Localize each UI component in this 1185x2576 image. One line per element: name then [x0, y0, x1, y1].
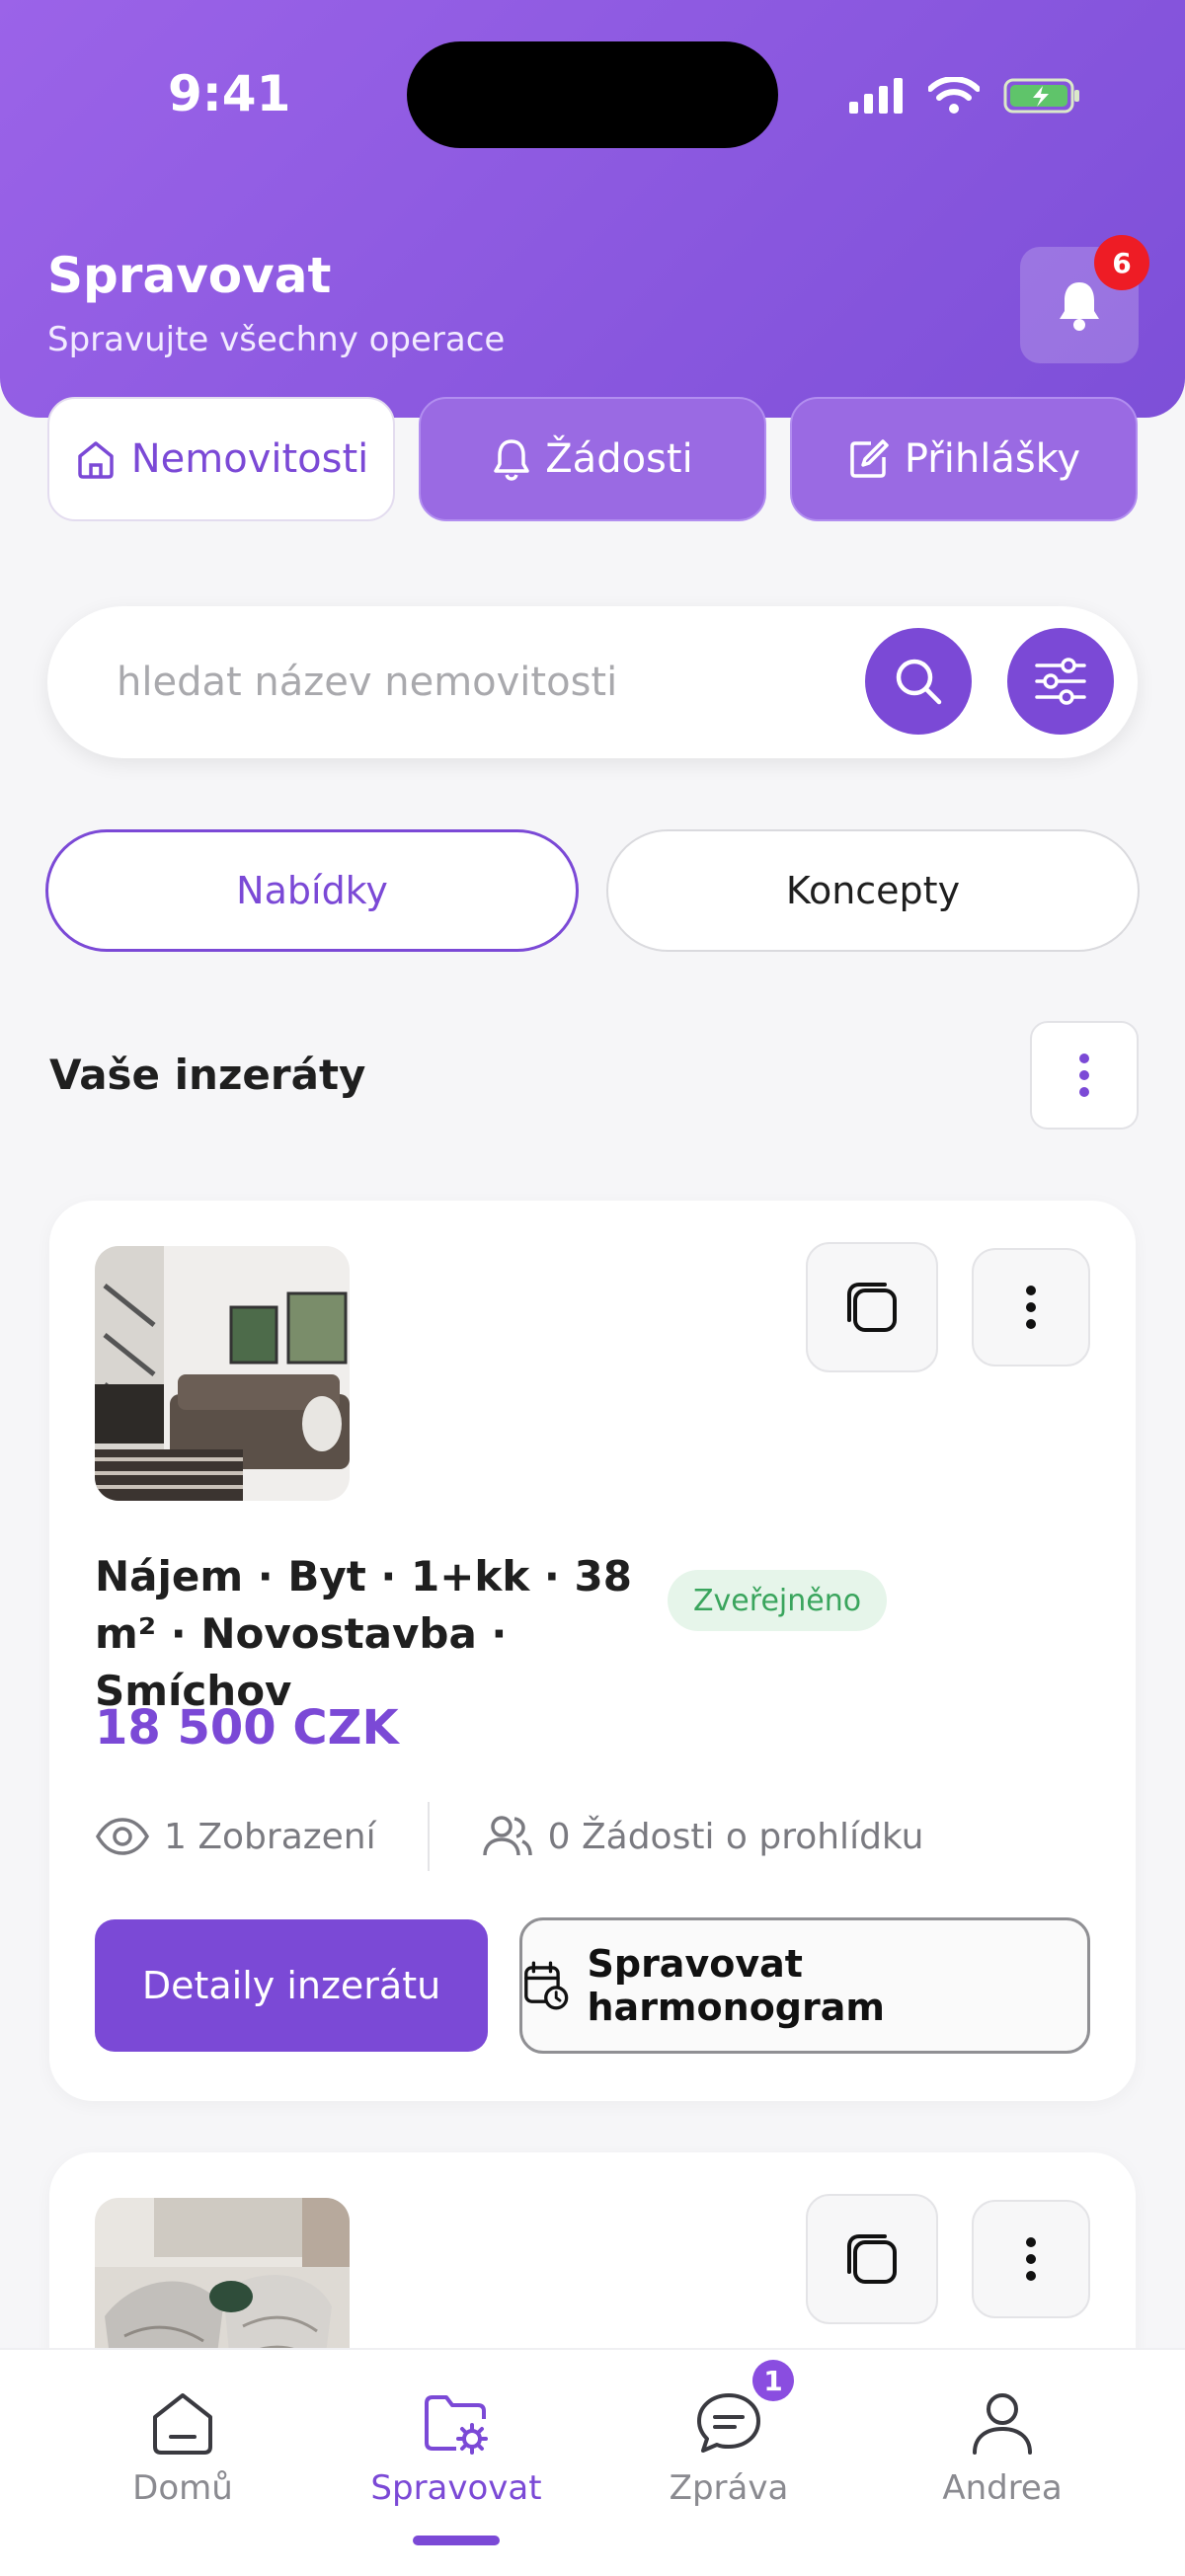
segment-nabidky[interactable]: Nabídky [45, 829, 579, 952]
search-button[interactable] [865, 628, 972, 735]
views-stat: 1 Zobrazení [95, 1817, 376, 1857]
user-icon [973, 2393, 1032, 2455]
listing-title: Nájem · Byt · 1+kk · 38 m² · Novostavba … [95, 1552, 632, 1715]
search-bar [47, 606, 1138, 758]
section-title: Vaše inzeráty [49, 1051, 366, 1099]
tab-label: Přihlášky [904, 436, 1081, 482]
listing-details-button[interactable]: Detaily inzerátu [95, 1919, 488, 2052]
eye-icon [95, 1818, 150, 1855]
nav-item-andrea[interactable]: Andrea [889, 2387, 1116, 2508]
search-icon [896, 659, 942, 705]
copy-icon [847, 1283, 897, 1332]
dynamic-island [407, 41, 778, 148]
section-more-button[interactable] [1030, 1021, 1139, 1130]
requests-stat: 0 Žádosti o prohlídku [481, 1814, 924, 1859]
listing-card: Nájem · Byt · 1+kk · 38 m² · Novostavba … [49, 1201, 1136, 2101]
tab-prihlasky[interactable]: Přihlášky [790, 397, 1138, 521]
filter-icon [1035, 658, 1086, 705]
bell-icon [494, 439, 530, 481]
stats-divider [427, 1802, 430, 1871]
calendar-clock-icon [524, 1961, 569, 2010]
home-icon [77, 441, 114, 479]
nav-active-indicator [413, 2536, 500, 2545]
nav-label: Andrea [942, 2468, 1063, 2508]
nav-label: Zpráva [669, 2468, 789, 2508]
more-vertical-icon [1079, 1054, 1089, 1097]
manage-schedule-label: Spravovat harmonogram [587, 1942, 885, 2029]
nav-item-spravovat[interactable]: Spravovat [343, 2387, 570, 2508]
bell-icon [1060, 282, 1099, 331]
nav-item-domu[interactable]: Domů [69, 2387, 296, 2508]
signal-icon [849, 78, 903, 114]
requests-count: 0 Žádosti o prohlídku [547, 1816, 924, 1857]
nav-label: Spravovat [370, 2468, 542, 2508]
more-vertical-icon [1026, 2237, 1036, 2281]
message-badge: 1 [752, 2360, 794, 2401]
nav-label: Domů [132, 2468, 233, 2508]
manage-schedule-button[interactable]: Spravovat harmonogram [519, 1917, 1090, 2054]
bottom-nav: Domů Spravovat Zpráva Andrea [0, 2348, 1185, 2576]
page-subtitle: Spravujte všechny operace [47, 320, 506, 359]
notification-badge: 6 [1094, 235, 1149, 290]
more-vertical-icon [1026, 1286, 1036, 1329]
battery-icon [1003, 78, 1079, 114]
duplicate-button[interactable] [806, 2194, 938, 2324]
listing-more-button[interactable] [972, 1248, 1090, 1366]
status-time: 9:41 [168, 65, 291, 122]
duplicate-button[interactable] [806, 1242, 938, 1372]
status-icons [849, 71, 1082, 120]
chat-icon [697, 2393, 760, 2453]
copy-icon [847, 2234, 897, 2284]
listing-price: 18 500 CZK [95, 1700, 399, 1756]
page-title: Spravovat [47, 247, 332, 304]
tab-nemovitosti[interactable]: Nemovitosti [47, 397, 395, 521]
listing-stats: 1 Zobrazení 0 Žádosti o prohlídku [95, 1797, 923, 1876]
tab-label: Žádosti [545, 436, 693, 482]
segment-koncepty[interactable]: Koncepty [606, 829, 1140, 952]
tab-zadosti[interactable]: Žádosti [419, 397, 766, 521]
wifi-icon [928, 77, 980, 114]
tab-label: Nemovitosti [130, 436, 369, 482]
views-count: 1 Zobrazení [164, 1816, 376, 1857]
listing-more-button[interactable] [972, 2200, 1090, 2318]
users-icon [482, 1816, 532, 1856]
folder-settings-icon [425, 2395, 488, 2455]
nav-item-zprava[interactable]: Zpráva [615, 2387, 842, 2508]
status-badge: Zveřejněno [668, 1570, 888, 1631]
edit-icon [850, 439, 889, 478]
listing-photo[interactable] [95, 1246, 350, 1501]
filter-button[interactable] [1007, 628, 1114, 735]
search-input[interactable] [117, 646, 867, 719]
home-icon [153, 2393, 212, 2455]
